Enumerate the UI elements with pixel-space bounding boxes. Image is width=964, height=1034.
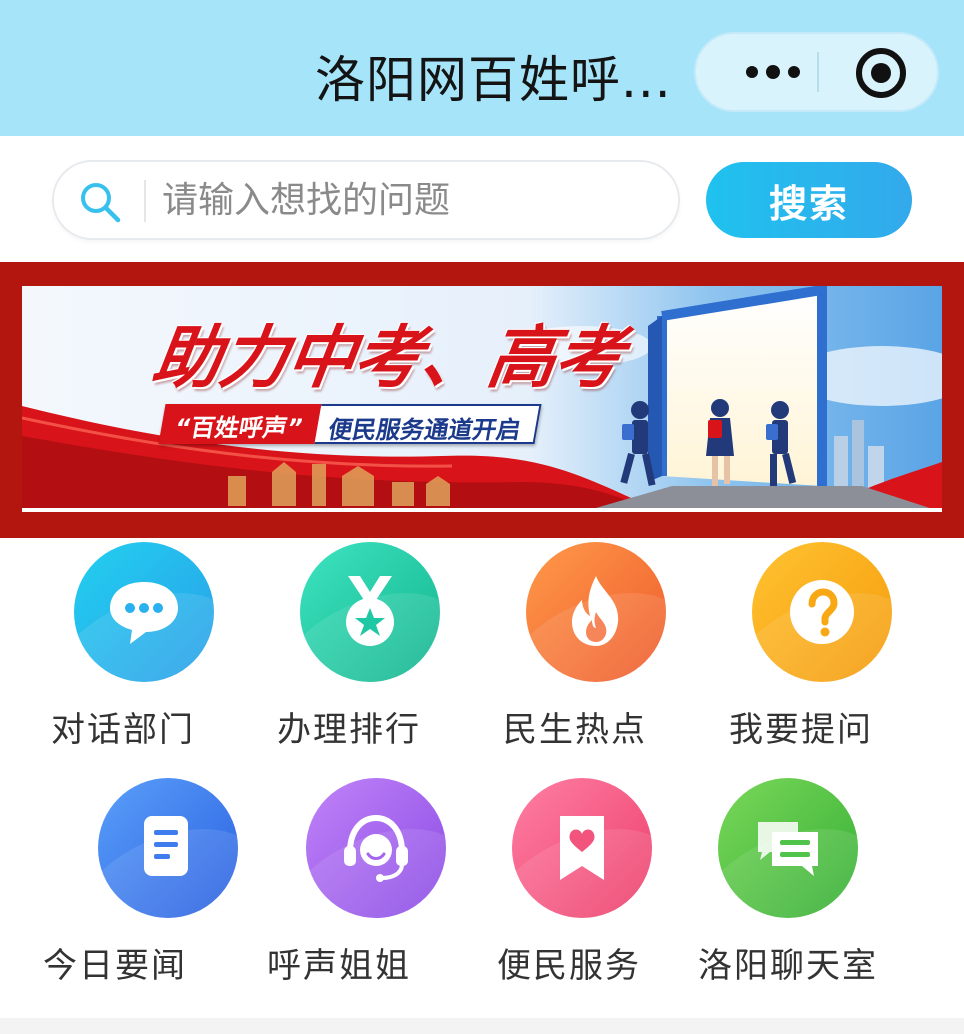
title-bar: 洛阳网百姓呼... [0,0,964,136]
feature-label: 便民服务 [497,946,641,986]
search-input[interactable] [162,170,662,230]
feature-label: 对话部门 [51,710,195,750]
feature-label: 办理排行 [277,710,421,750]
more-menu-icon[interactable] [732,34,814,110]
capsule-divider [817,52,819,92]
search-icon [81,183,121,223]
flame-icon [572,576,619,646]
search-divider [144,180,146,222]
close-miniprogram-icon[interactable] [856,48,906,98]
document-icon [144,816,188,876]
feature-label: 我要提问 [729,710,873,750]
heart-bookmark-icon [560,816,604,880]
banner-headline: 助力中考、高考 [147,319,628,398]
question-icon [790,580,854,644]
search-bar [52,160,680,240]
search-button[interactable]: 搜索 [706,162,912,238]
medal-icon [346,576,394,646]
chat-bubble-icon [110,582,178,644]
feature-label: 呼声姐姐 [267,946,411,986]
feature-label: 民生热点 [503,710,647,750]
page-title: 洛阳网百姓呼... [315,51,672,109]
banner-tag-right: 便民服务通道开启 [314,404,542,444]
banner-tagline: “百姓呼声” 便民服务通道开启 [158,404,542,444]
headset-icon [344,814,408,882]
bottom-divider [0,1018,964,1034]
miniprogram-capsule [694,32,939,112]
promo-banner[interactable]: 助力中考、高考 “百姓呼声” 便民服务通道开启 [22,286,942,512]
banner-tag-left: “百姓呼声” [158,404,322,444]
chat-lines-icon [758,822,818,876]
feature-label: 洛阳聊天室 [698,946,878,986]
feature-label: 今日要闻 [43,946,187,986]
